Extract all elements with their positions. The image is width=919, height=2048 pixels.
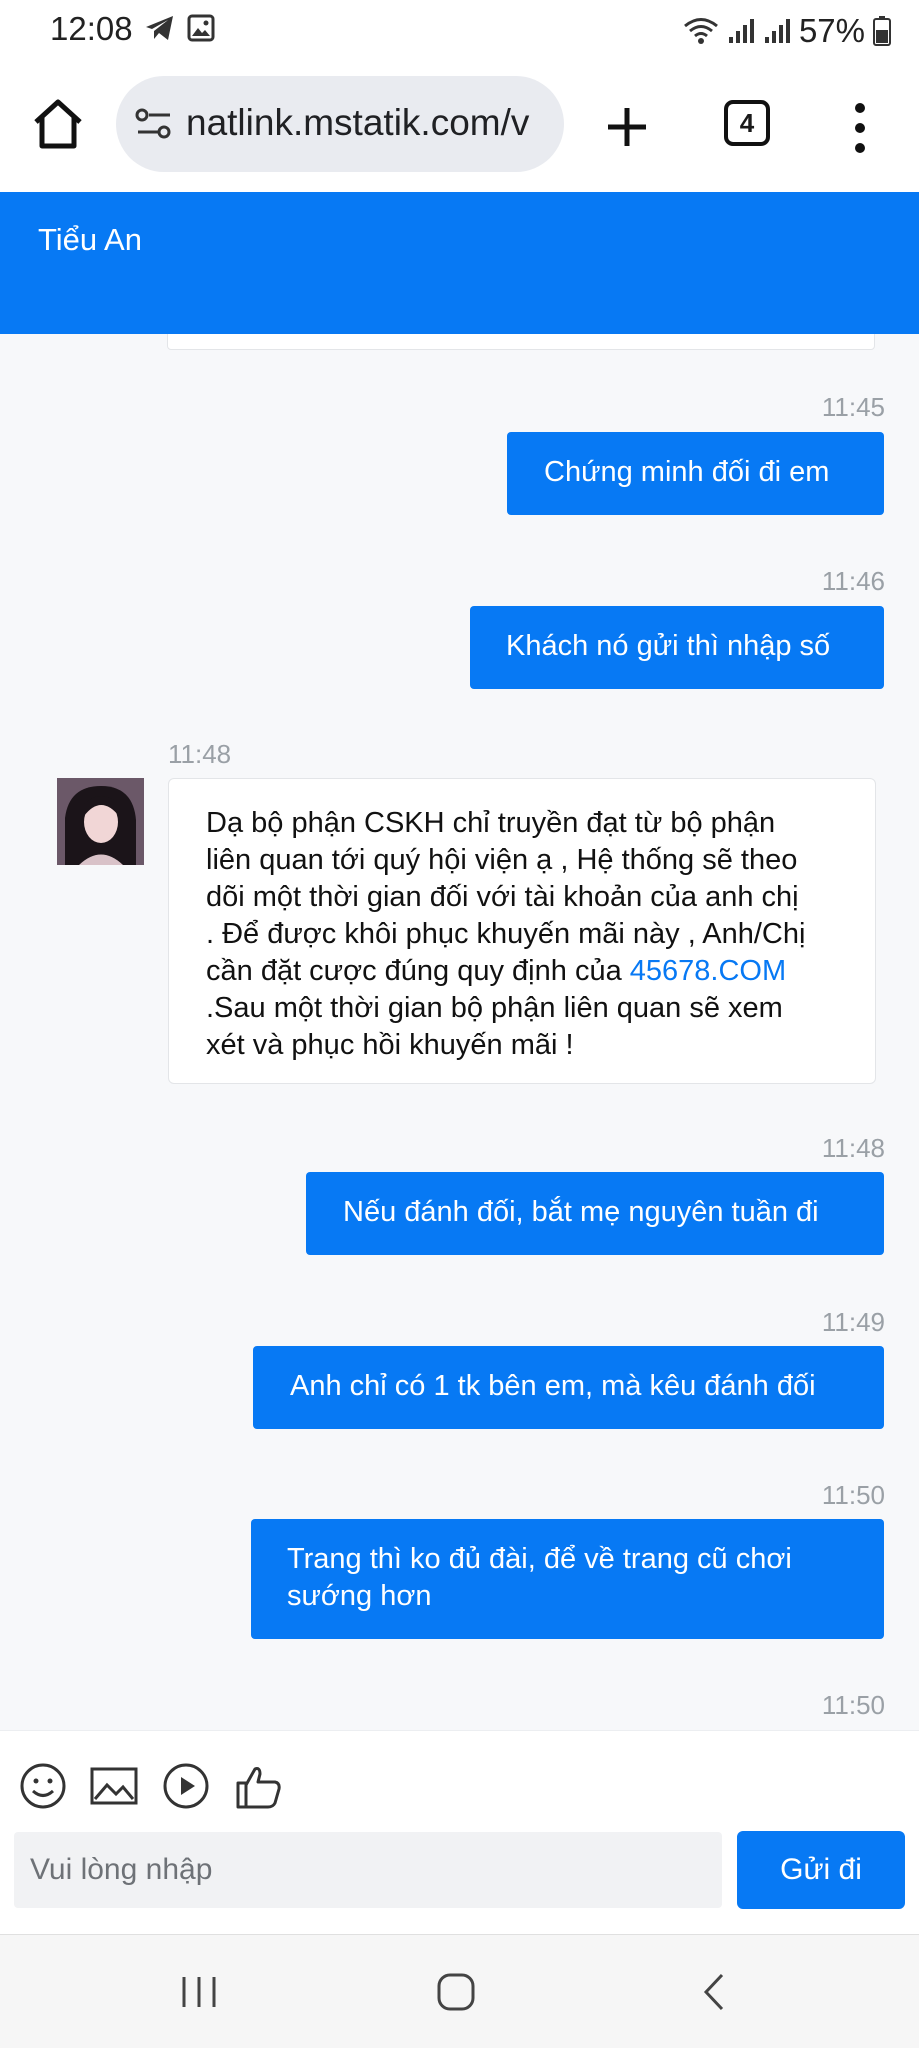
message-line: dõi một thời gian đối với tài khoản của … [206,881,799,913]
like-icon[interactable] [233,1761,283,1811]
outgoing-message: Khách nó gửi thì nhập số [470,606,884,689]
home-icon[interactable] [30,96,86,152]
message-timestamp: 11:49 [821,1307,885,1337]
outgoing-message: Nếu đánh đối, bắt mẹ nguyên tuần đi [306,1172,884,1255]
wifi-icon [683,18,718,44]
chat-header: Tiểu An [0,192,919,334]
outgoing-message: Anh chỉ có 1 tk bên em, mà kêu đánh đối [253,1346,884,1429]
agent-avatar [57,778,144,865]
message-list[interactable]: 11:45 Chứng minh đối đi em 11:46 Khách n… [0,334,919,1730]
battery-icon [873,16,891,46]
composer: Gửi đi [0,1730,919,1934]
message-timestamp: 11:50 [821,1480,885,1510]
outgoing-message: Trang thì ko đủ đài, để về trang cũ chơi… [251,1519,884,1639]
message-line: sướng hơn [287,1580,432,1612]
site-link[interactable]: 45678.COM [630,955,786,987]
system-navigation-bar [0,1934,919,2048]
send-button[interactable]: Gửi đi [737,1831,905,1909]
message-line: xét và phục hồi khuyến mãi ! [206,1029,574,1061]
message-line: Trang thì ko đủ đài, để về trang cũ chơi [287,1543,792,1575]
outgoing-message: Chứng minh đối đi em [507,432,884,515]
site-settings-icon[interactable] [134,106,174,142]
message-line-text: cần đặt cược đúng quy định của [206,955,630,987]
home-icon[interactable] [431,1967,481,2017]
message-timestamp: 11:48 [821,1133,885,1163]
recent-apps-icon[interactable] [174,1967,224,2017]
emoji-icon[interactable] [18,1761,68,1811]
gallery-icon [187,14,215,42]
battery-percentage: 57% [798,12,865,49]
url-text: natlink.mstatik.com/v [186,102,530,143]
message-line: . Để được khôi phục khuyến mãi này , Anh… [206,918,806,950]
message-line: cần đặt cược đúng quy định của 45678.COM [206,953,875,990]
message-timestamp: 11:45 [821,392,885,422]
back-icon[interactable] [690,1967,740,2017]
chat-title: Tiểu An [38,222,142,257]
more-menu-icon[interactable] [848,100,872,156]
signal-icon [764,19,790,43]
message-timestamp: 11:48 [168,739,232,769]
video-icon[interactable] [161,1761,211,1811]
incoming-message: Dạ bộ phận CSKH chỉ truyền đạt từ bộ phậ… [168,778,876,1084]
screen: 12:08 57% natlink.mstatik.com/v 4 Tiểu A… [0,0,919,2048]
message-input[interactable] [14,1832,722,1908]
image-icon[interactable] [89,1761,139,1811]
signal-icon [728,19,754,43]
notification-icons [145,14,215,42]
message-line: .Sau một thời gian bộ phận liên quan sẽ … [206,992,783,1024]
address-bar[interactable]: natlink.mstatik.com/v [116,76,564,172]
status-time: 12:08 [50,10,133,47]
message-line: Dạ bộ phận CSKH chỉ truyền đạt từ bộ phậ… [206,807,776,839]
system-status: 57% [683,12,891,50]
status-bar: 12:08 57% [0,0,919,62]
browser-toolbar: natlink.mstatik.com/v 4 [0,62,919,192]
message-timestamp: 11:46 [821,566,885,596]
message-timestamp: 11:50 [821,1690,885,1720]
tab-switcher-button[interactable]: 4 [724,100,770,146]
previous-message-card [167,334,875,350]
telegram-icon [146,16,173,40]
message-line: liên quan tới quý hội viện ạ , Hệ thống … [206,844,798,876]
new-tab-icon[interactable] [600,100,654,154]
